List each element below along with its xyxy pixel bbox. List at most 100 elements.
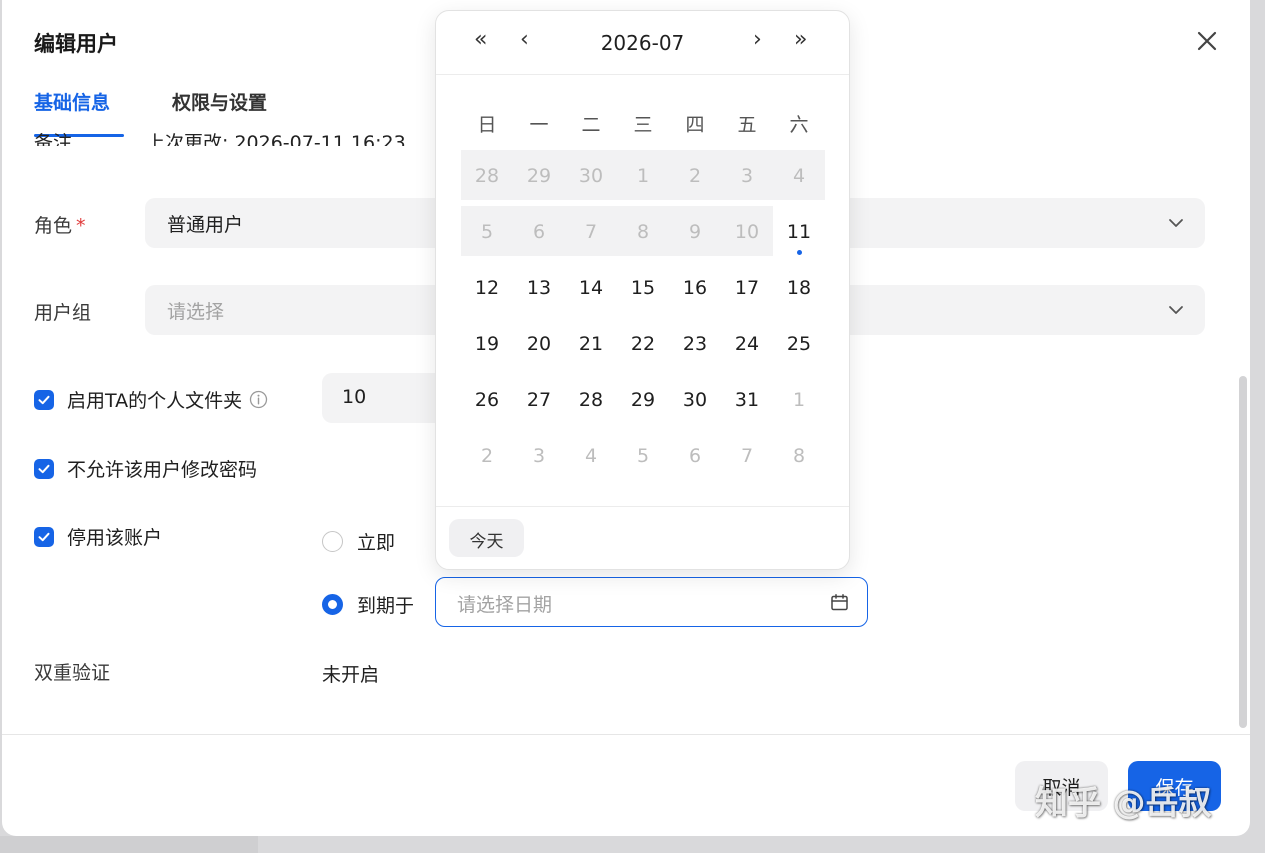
- day-cell[interactable]: 2: [462, 441, 512, 471]
- info-icon[interactable]: [249, 390, 268, 409]
- day-cell: 8: [636, 221, 650, 243]
- day-cell[interactable]: 23: [670, 329, 720, 359]
- day-cell[interactable]: 25: [774, 329, 824, 359]
- watermark: 知乎 @岳叔: [1035, 783, 1212, 822]
- day-cell: 30: [578, 165, 604, 187]
- day-cell[interactable]: 13: [514, 273, 564, 303]
- edit-user-modal: 编辑用户 基础信息 权限与设置 备注 上次更改: 2026-07-11 16:2…: [2, 0, 1250, 836]
- two-factor-status: 未开启: [322, 664, 380, 686]
- group-select-placeholder: 请选择: [167, 301, 225, 323]
- day-cell[interactable]: 6: [670, 441, 720, 471]
- weekday-label: 三: [633, 114, 653, 136]
- no-password-change-checkbox[interactable]: [34, 458, 54, 479]
- day-cell[interactable]: 4: [566, 441, 616, 471]
- two-factor-label: 双重验证: [34, 662, 111, 684]
- modal-title: 编辑用户: [34, 32, 118, 56]
- weekday-label: 四: [685, 114, 705, 136]
- folder-quota-value: 10: [342, 386, 367, 408]
- day-cell[interactable]: 17: [722, 273, 772, 303]
- date-picker-popup: « ‹ 2026-07 › » 日一二三四五六 28 29 30 1 2 3 4 5 6 7 8 9 1…: [435, 10, 850, 570]
- disable-account-checkbox-row[interactable]: 停用该账户: [34, 523, 162, 550]
- radio-expires-on[interactable]: 到期于: [322, 591, 414, 618]
- day-cell[interactable]: 16: [670, 273, 720, 303]
- calendar-month-title[interactable]: 2026-07: [436, 31, 849, 55]
- day-cell[interactable]: 30: [670, 385, 720, 415]
- close-button[interactable]: [1194, 28, 1220, 54]
- backdrop: [0, 836, 258, 853]
- disable-account-checkbox[interactable]: [34, 526, 54, 547]
- tab-permissions-settings[interactable]: 权限与设置: [172, 88, 267, 115]
- day-cell[interactable]: 31: [722, 385, 772, 415]
- radio-button-expires-on[interactable]: [322, 594, 343, 615]
- day-cell[interactable]: 18: [774, 273, 824, 303]
- day-cell[interactable]: 12: [462, 273, 512, 303]
- group-label: 用户组: [34, 302, 92, 324]
- day-cell[interactable]: 5: [618, 441, 668, 471]
- tab-basic-info[interactable]: 基础信息: [34, 88, 110, 115]
- no-password-change-label: 不允许该用户修改密码: [67, 459, 258, 481]
- weekday-label: 日: [477, 114, 497, 136]
- day-cell[interactable]: 28: [566, 385, 616, 415]
- day-cell[interactable]: 8: [774, 441, 824, 471]
- day-cell[interactable]: 24: [722, 329, 772, 359]
- day-cell: 28: [474, 165, 500, 187]
- day-cell: 2: [688, 165, 702, 187]
- expiry-date-placeholder: 请选择日期: [457, 594, 553, 616]
- role-label-text: 角色: [34, 215, 73, 237]
- role-label: 角色 *: [34, 211, 86, 238]
- day-cell[interactable]: 1: [774, 385, 824, 415]
- next-month-button[interactable]: ›: [753, 29, 762, 51]
- day-cell[interactable]: 22: [618, 329, 668, 359]
- partial-row-value: 上次更改: 2026-07-11 16:23: [146, 132, 406, 146]
- next-year-button[interactable]: »: [794, 29, 807, 51]
- today-button-label: 今天: [469, 532, 504, 552]
- disable-account-label: 停用该账户: [67, 527, 163, 549]
- weekday-label: 六: [789, 114, 809, 136]
- today-button[interactable]: 今天: [449, 519, 524, 557]
- day-cell: 3: [740, 165, 754, 187]
- calendar-footer-divider: [436, 506, 849, 507]
- day-cell-today[interactable]: 11: [774, 217, 824, 247]
- day-cell[interactable]: 29: [618, 385, 668, 415]
- scrolled-partial-row: 备注 上次更改: 2026-07-11 16:23: [34, 126, 424, 146]
- radio-button-immediately[interactable]: [322, 531, 343, 552]
- day-cell[interactable]: 3: [514, 441, 564, 471]
- day-cell[interactable]: 14: [566, 273, 616, 303]
- chevron-down-icon: [1169, 306, 1183, 314]
- calendar-icon[interactable]: [830, 593, 849, 612]
- required-mark: *: [76, 215, 86, 237]
- checkmark-icon: [38, 532, 50, 541]
- footer-divider: [2, 734, 1250, 735]
- partial-row-label: 备注: [34, 132, 73, 146]
- no-password-change-checkbox-row[interactable]: 不允许该用户修改密码: [34, 455, 257, 482]
- day-cell[interactable]: 27: [514, 385, 564, 415]
- day-cell[interactable]: 15: [618, 273, 668, 303]
- day-cell: 7: [584, 221, 598, 243]
- day-cell: 9: [688, 221, 702, 243]
- checkmark-icon: [38, 395, 50, 404]
- day-cell[interactable]: 19: [462, 329, 512, 359]
- day-cell: 1: [636, 165, 650, 187]
- weekday-label: 五: [737, 114, 757, 136]
- personal-folder-label: 启用TA的个人文件夹: [67, 390, 243, 412]
- weekday-label: 一: [529, 114, 549, 136]
- day-cell[interactable]: 21: [566, 329, 616, 359]
- personal-folder-checkbox[interactable]: [34, 389, 54, 410]
- chevron-down-icon: [1169, 219, 1183, 227]
- day-cell[interactable]: 20: [514, 329, 564, 359]
- day-cell[interactable]: 7: [722, 441, 772, 471]
- radio-label-expires-on: 到期于: [357, 595, 415, 617]
- expiry-date-input[interactable]: 请选择日期: [435, 577, 868, 627]
- day-cell: 6: [532, 221, 546, 243]
- weekday-label: 二: [581, 114, 601, 136]
- checkmark-icon: [38, 464, 50, 473]
- today-indicator-dot: [797, 250, 802, 255]
- calendar-header: « ‹ 2026-07 › »: [436, 11, 849, 75]
- radio-immediately[interactable]: 立即: [322, 528, 395, 555]
- personal-folder-checkbox-row[interactable]: 启用TA的个人文件夹: [34, 386, 268, 413]
- day-cell: 10: [734, 221, 760, 243]
- scrollbar-thumb[interactable]: [1239, 376, 1247, 728]
- radio-label-immediately: 立即: [357, 532, 396, 554]
- day-cell: 29: [526, 165, 552, 187]
- day-cell[interactable]: 26: [462, 385, 512, 415]
